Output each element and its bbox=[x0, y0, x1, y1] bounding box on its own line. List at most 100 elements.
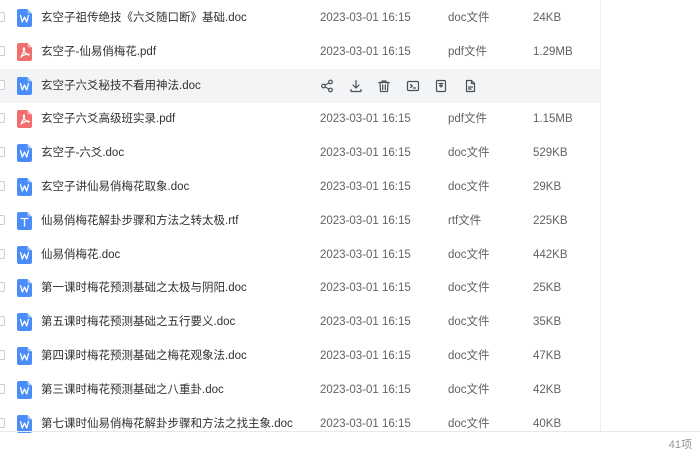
copy-icon bbox=[463, 79, 477, 93]
file-type: doc文件 bbox=[448, 417, 490, 430]
row-checkbox[interactable] bbox=[0, 79, 5, 90]
file-date: 2023-03-01 16:15 bbox=[320, 417, 411, 430]
file-size: 47KB bbox=[533, 350, 562, 362]
file-name[interactable]: 第四课时梅花预测基础之梅花观象法.doc bbox=[41, 339, 247, 373]
file-type: doc文件 bbox=[448, 12, 490, 24]
file-date: 2023-03-01 16:15 bbox=[320, 147, 411, 160]
copy-button[interactable] bbox=[463, 79, 477, 93]
word-file-icon bbox=[17, 313, 32, 332]
row-checkbox[interactable] bbox=[0, 350, 5, 360]
footer-divider bbox=[0, 431, 700, 432]
file-type: pdf文件 bbox=[448, 45, 487, 58]
word-file-icon bbox=[17, 144, 32, 163]
file-name[interactable]: 仙易俏梅花解卦步骤和方法之转太极.rtf bbox=[41, 204, 238, 238]
word-file-icon bbox=[17, 9, 32, 27]
word-file-icon bbox=[17, 279, 32, 298]
file-name[interactable]: 玄空子-六爻.doc bbox=[41, 136, 124, 170]
row-checkbox[interactable] bbox=[0, 214, 5, 225]
word-file-icon bbox=[17, 245, 32, 264]
file-row[interactable]: 玄空子讲仙易俏梅花取象.doc 2023-03-01 16:15 doc文件 29KB bbox=[0, 170, 600, 204]
row-checkbox[interactable] bbox=[0, 45, 5, 56]
row-checkbox[interactable] bbox=[0, 181, 5, 191]
file-date: 2023-03-01 16:15 bbox=[320, 316, 411, 329]
file-date: 2023-03-01 16:15 bbox=[320, 45, 411, 58]
row-checkbox[interactable] bbox=[0, 417, 5, 428]
file-row[interactable]: 仙易俏梅花解卦步骤和方法之转太极.rtf 2023-03-01 16:15 rtf文… bbox=[0, 204, 600, 238]
row-checkbox[interactable] bbox=[0, 147, 5, 158]
file-row[interactable]: 第五课时梅花预测基础之五行要义.doc 2023-03-01 16:15 doc文件… bbox=[0, 305, 600, 339]
file-row[interactable]: 第四课时梅花预测基础之梅花观象法.doc 2023-03-01 16:15 doc文… bbox=[0, 339, 600, 373]
file-name[interactable]: 仙易俏梅花.doc bbox=[41, 238, 120, 272]
file-type: doc文件 bbox=[448, 383, 490, 396]
file-name[interactable]: 玄空子讲仙易俏梅花取象.doc bbox=[41, 170, 189, 204]
row-checkbox[interactable] bbox=[0, 316, 5, 327]
file-type: doc文件 bbox=[448, 147, 490, 160]
file-type: pdf文件 bbox=[448, 113, 487, 126]
rename-button[interactable] bbox=[406, 79, 420, 93]
word-file-icon bbox=[17, 414, 32, 433]
file-name[interactable]: 玄空子六爻高级班实录.pdf bbox=[41, 102, 175, 136]
file-size: 40KB bbox=[533, 417, 562, 430]
file-name[interactable]: 第三课时梅花预测基础之八重卦.doc bbox=[41, 373, 224, 407]
delete-icon bbox=[377, 79, 391, 93]
file-name[interactable]: 玄空子-仙易俏梅花.pdf bbox=[41, 35, 156, 69]
file-date: 2023-03-01 16:15 bbox=[320, 248, 411, 261]
file-name[interactable]: 第五课时梅花预测基础之五行要义.doc bbox=[41, 305, 235, 339]
file-date: 2023-03-01 16:15 bbox=[320, 383, 411, 396]
file-size: 442KB bbox=[533, 248, 568, 261]
file-size: 25KB bbox=[533, 282, 562, 295]
file-row[interactable]: 第一课时梅花预测基础之太极与阴阳.doc 2023-03-01 16:15 doc文… bbox=[0, 271, 600, 305]
file-size: 24KB bbox=[533, 12, 562, 24]
file-date: 2023-03-01 16:15 bbox=[320, 12, 411, 24]
pdf-file-icon bbox=[17, 42, 32, 61]
file-row[interactable]: 第七课时仙易俏梅花解卦步骤和方法之找主象.doc 2023-03-01 16:15… bbox=[0, 407, 600, 441]
file-size: 529KB bbox=[533, 147, 568, 160]
word-file-icon bbox=[17, 380, 32, 399]
file-name[interactable]: 玄空子六爻秘技不看用神法.doc bbox=[41, 69, 201, 103]
word-file-icon bbox=[17, 178, 32, 196]
file-date: 2023-03-01 16:15 bbox=[320, 282, 411, 295]
file-name[interactable]: 玄空子祖传绝技《六爻随口断》基础.doc bbox=[41, 1, 247, 35]
row-checkbox[interactable] bbox=[0, 282, 5, 293]
file-name[interactable]: 第七课时仙易俏梅花解卦步骤和方法之找主象.doc bbox=[41, 407, 293, 441]
file-size: 1.15MB bbox=[533, 113, 573, 126]
file-row[interactable]: 仙易俏梅花.doc 2023-03-01 16:15 doc文件 442KB bbox=[0, 238, 600, 272]
file-type: doc文件 bbox=[448, 350, 490, 362]
file-row[interactable]: 玄空子-六爻.doc 2023-03-01 16:15 doc文件 529KB bbox=[0, 136, 600, 170]
item-count: 41项 bbox=[668, 439, 692, 451]
file-row[interactable]: 玄空子六爻高级班实录.pdf 2023-03-01 16:15 pdf文件 1.15M… bbox=[0, 102, 600, 136]
file-name[interactable]: 第一课时梅花预测基础之太极与阴阳.doc bbox=[41, 271, 247, 305]
file-size: 35KB bbox=[533, 316, 562, 329]
file-size: 225KB bbox=[533, 214, 568, 227]
word-file-icon bbox=[17, 76, 32, 95]
row-checkbox[interactable] bbox=[0, 383, 5, 394]
file-date: 2023-03-01 16:15 bbox=[320, 350, 411, 362]
file-type: doc文件 bbox=[448, 181, 490, 193]
delete-button[interactable] bbox=[377, 79, 391, 93]
file-size: 29KB bbox=[533, 181, 562, 193]
file-date: 2023-03-01 16:15 bbox=[320, 113, 411, 126]
text-file-icon bbox=[17, 211, 32, 230]
file-row[interactable]: 第三课时梅花预测基础之八重卦.doc 2023-03-01 16:15 doc文件 4… bbox=[0, 373, 600, 407]
file-date: 2023-03-01 16:15 bbox=[320, 181, 411, 193]
share-button[interactable] bbox=[320, 79, 334, 93]
row-checkbox[interactable] bbox=[0, 248, 5, 259]
file-type: doc文件 bbox=[448, 248, 490, 261]
move-button[interactable] bbox=[434, 79, 448, 93]
row-checkbox[interactable] bbox=[0, 12, 5, 22]
word-file-icon bbox=[17, 347, 32, 365]
file-type: doc文件 bbox=[448, 316, 490, 329]
move-icon bbox=[434, 79, 448, 93]
file-size: 42KB bbox=[533, 383, 562, 396]
file-date: 2023-03-01 16:15 bbox=[320, 214, 411, 227]
pdf-file-icon bbox=[17, 110, 32, 129]
row-checkbox[interactable] bbox=[0, 113, 5, 124]
file-row[interactable]: 玄空子祖传绝技《六爻随口断》基础.doc 2023-03-01 16:15 doc文… bbox=[0, 1, 600, 35]
download-button[interactable] bbox=[349, 79, 363, 93]
file-type: rtf文件 bbox=[448, 214, 482, 227]
share-icon bbox=[320, 79, 334, 93]
file-row[interactable]: 玄空子六爻秘技不看用神法.doc bbox=[0, 68, 600, 103]
file-row[interactable]: 玄空子-仙易俏梅花.pdf 2023-03-01 16:15 pdf文件 1.29MB bbox=[0, 35, 600, 69]
download-icon bbox=[349, 79, 363, 93]
file-type: doc文件 bbox=[448, 282, 490, 295]
